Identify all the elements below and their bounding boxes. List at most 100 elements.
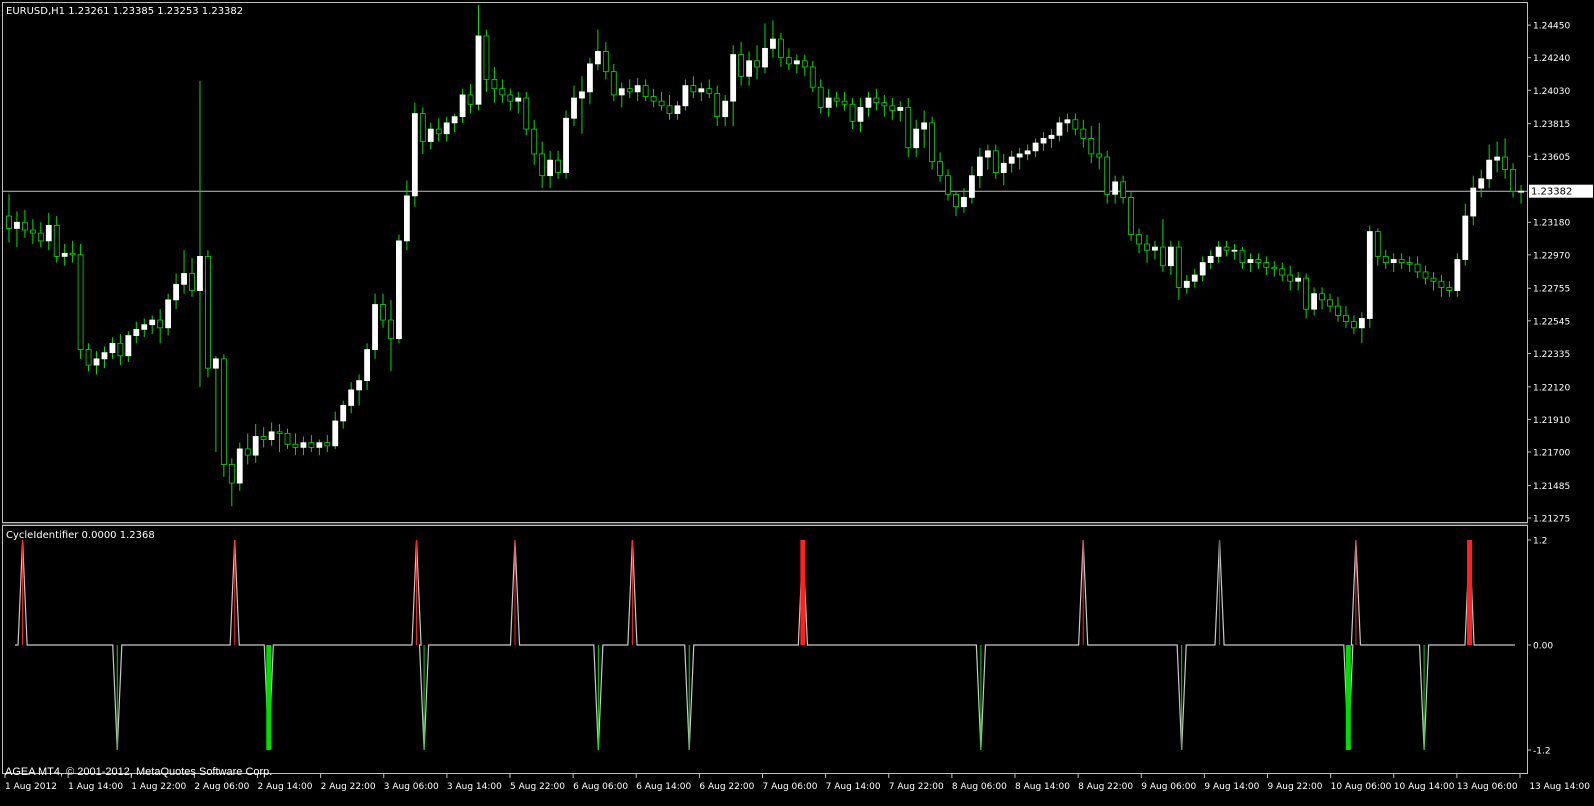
- candle: [1175, 240, 1182, 300]
- time-tick-label: 2 Aug 14:00: [258, 782, 313, 792]
- time-tick-label: 3 Aug 14:00: [447, 782, 502, 792]
- price-tick-label: 1.22545: [1533, 317, 1570, 327]
- candle: [626, 79, 633, 99]
- candle-body: [682, 85, 689, 107]
- candle: [945, 169, 951, 201]
- candle: [1239, 247, 1246, 269]
- time-tick-label: 5 Aug 22:00: [510, 782, 565, 792]
- candle-body: [587, 63, 593, 93]
- candle-body: [212, 358, 219, 369]
- candle: [435, 118, 442, 142]
- candle: [1263, 256, 1270, 276]
- candle-body: [1319, 293, 1325, 301]
- candle: [133, 321, 140, 344]
- candle-body: [197, 256, 203, 291]
- candle-body: [738, 54, 745, 77]
- candle: [69, 240, 76, 263]
- time-tick-label: 6 Aug 14:00: [636, 782, 691, 792]
- candle: [1231, 243, 1238, 260]
- candle-body: [730, 54, 737, 102]
- candle-body: [419, 113, 426, 142]
- candle-body: [809, 66, 816, 88]
- candle-body: [1335, 305, 1341, 316]
- candle-body: [1247, 259, 1254, 264]
- candle: [690, 76, 697, 99]
- candle: [1351, 315, 1357, 335]
- candle: [141, 318, 148, 338]
- candle: [841, 91, 848, 111]
- candle-body: [1446, 287, 1453, 291]
- candle: [1072, 113, 1079, 136]
- candle-body: [1239, 249, 1246, 264]
- candle: [157, 309, 164, 344]
- candle: [881, 94, 888, 117]
- candle-body: [507, 94, 514, 102]
- candle: [1295, 271, 1302, 291]
- candle: [833, 91, 840, 108]
- candle-body: [427, 128, 434, 142]
- candle-body: [1231, 249, 1238, 252]
- time-tick-label: 3 Aug 06:00: [384, 782, 439, 792]
- candle: [1183, 275, 1190, 294]
- candle-body: [1080, 128, 1087, 139]
- candle-body: [332, 420, 339, 447]
- price-tick-label: 1.21485: [1533, 482, 1570, 492]
- candle: [579, 76, 585, 134]
- candle-body: [1096, 153, 1103, 158]
- candle-body: [85, 349, 92, 366]
- candle-body: [1374, 231, 1381, 257]
- candle: [467, 84, 474, 114]
- candle: [6, 194, 12, 243]
- price-tick-label: 1.23815: [1533, 120, 1570, 130]
- candle: [1303, 273, 1310, 319]
- candle: [21, 209, 28, 238]
- candle-body: [1167, 246, 1174, 267]
- candle-body: [1199, 262, 1206, 276]
- candle-body: [1502, 156, 1509, 170]
- candle: [642, 79, 649, 102]
- candle: [563, 110, 569, 179]
- candle-body: [1287, 274, 1294, 282]
- candle: [849, 98, 856, 130]
- candle-body: [953, 193, 959, 208]
- candle-body: [674, 105, 681, 114]
- candle: [268, 422, 275, 446]
- candle-body: [1136, 234, 1142, 245]
- candle-body: [483, 35, 490, 80]
- candle-body: [260, 436, 267, 440]
- candle: [1406, 256, 1413, 272]
- candle: [961, 188, 967, 213]
- candle: [634, 77, 641, 102]
- candle: [109, 337, 116, 359]
- candle-body: [531, 128, 538, 155]
- indicator-tick-label: 0.00: [1533, 642, 1553, 652]
- candle: [1327, 293, 1333, 313]
- candle-body: [1008, 156, 1015, 164]
- candle: [1414, 256, 1421, 279]
- candle: [1064, 113, 1071, 133]
- candle-body: [467, 94, 474, 105]
- candle: [602, 42, 609, 80]
- current-price-label: 1.23382: [1531, 187, 1572, 198]
- candle-body: [801, 60, 808, 68]
- candle: [1056, 116, 1063, 142]
- candle: [618, 82, 625, 108]
- candle: [356, 374, 363, 406]
- candle-body: [1462, 215, 1469, 260]
- candle: [571, 85, 577, 126]
- candle-body: [594, 51, 601, 65]
- candle: [1160, 219, 1166, 272]
- time-tick-label: 10 Aug 06:00: [1331, 782, 1392, 792]
- current-price-tag: 1.23382: [1529, 184, 1593, 198]
- candle-body: [666, 105, 673, 114]
- candle-body: [292, 443, 299, 448]
- candle-body: [308, 442, 315, 448]
- candle: [1486, 144, 1493, 189]
- candle-body: [276, 431, 283, 434]
- candle: [316, 439, 323, 456]
- candle-body: [793, 60, 800, 65]
- candle: [1271, 261, 1278, 277]
- candle-body: [945, 175, 951, 195]
- candle-body: [976, 156, 983, 177]
- candle: [85, 343, 92, 372]
